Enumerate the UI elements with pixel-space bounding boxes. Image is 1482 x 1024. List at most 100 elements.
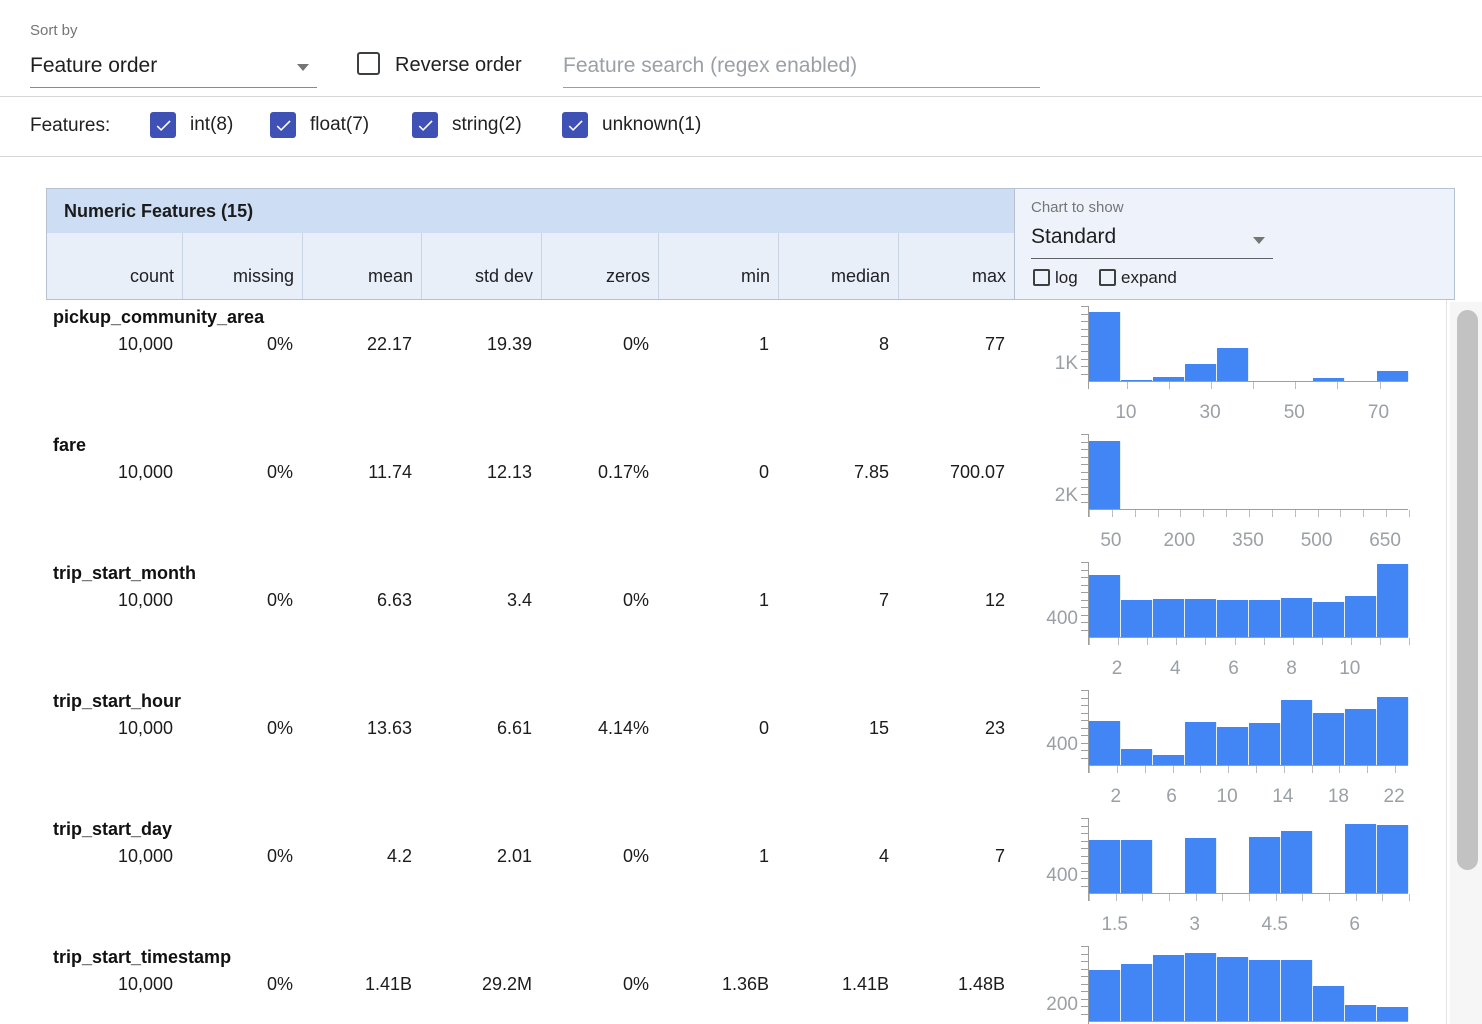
x-axis-tick <box>1318 510 1319 517</box>
reverse-order-checkbox[interactable] <box>357 52 380 75</box>
x-axis-tick <box>1382 894 1383 901</box>
y-axis-extension <box>1088 382 1089 389</box>
y-axis-tick <box>1081 999 1088 1000</box>
x-axis-tick <box>1173 766 1174 773</box>
stat-median: 1.41B <box>777 974 897 995</box>
x-axis-tick <box>1089 766 1090 773</box>
x-axis-tick <box>1340 510 1341 517</box>
y-axis-tick <box>1081 314 1088 315</box>
sort-by-select[interactable]: Feature order <box>30 50 317 88</box>
type-checkbox[interactable] <box>150 112 176 138</box>
x-axis-tick <box>1284 766 1285 773</box>
log-checkbox[interactable] <box>1033 269 1050 286</box>
y-axis-tick <box>1081 374 1088 375</box>
expand-checkbox[interactable] <box>1099 269 1116 286</box>
x-axis-tick-label: 4.5 <box>1245 914 1305 936</box>
x-axis-tick-label: 18 <box>1308 786 1368 808</box>
histogram-bar <box>1377 825 1409 893</box>
stat-median: 15 <box>777 718 897 739</box>
facets-overview-app: Sort by Feature order Reverse order Feat… <box>0 0 1482 1024</box>
feature-search-input[interactable] <box>563 44 1040 88</box>
stat-count: 10,000 <box>46 334 181 355</box>
feature-type-filter[interactable]: float(7) <box>270 112 369 138</box>
stat-missing: 0% <box>181 334 301 355</box>
y-axis-tick <box>1081 615 1088 616</box>
feature-type-filter[interactable]: unknown(1) <box>562 112 701 138</box>
x-axis-tick-label: 6 <box>1325 914 1385 936</box>
divider <box>0 96 1482 97</box>
x-axis-tick <box>1409 510 1410 517</box>
divider <box>0 156 1482 157</box>
feature-name: trip_start_hour <box>53 691 181 712</box>
features-filter-label: Features: <box>30 115 110 137</box>
feature-type-filter[interactable]: string(2) <box>412 112 522 138</box>
y-axis-label: 400 <box>1030 608 1078 630</box>
x-axis-tick <box>1200 766 1201 773</box>
x-axis-tick-label: 500 <box>1287 530 1347 552</box>
stat-values: 10,0000%13.636.614.14%01523 <box>46 718 1013 739</box>
type-checkbox[interactable] <box>562 112 588 138</box>
histogram-bar <box>1377 371 1409 381</box>
y-axis-tick <box>1081 969 1088 970</box>
x-axis-tick <box>1276 894 1277 901</box>
expand-label: expand <box>1121 268 1177 288</box>
histogram-bar <box>1313 986 1345 1021</box>
y-axis-label: 400 <box>1030 734 1078 756</box>
y-axis-tick <box>1081 841 1088 842</box>
y-axis-tick <box>1081 698 1088 699</box>
x-axis-tick-label: 30 <box>1180 402 1240 424</box>
column-header-median: median <box>778 233 898 299</box>
histogram-bar <box>1249 837 1281 893</box>
x-axis-tick <box>1211 382 1212 389</box>
x-axis-tick-label: 22 <box>1364 786 1424 808</box>
reverse-order-label: Reverse order <box>395 54 522 77</box>
scrollbar-track[interactable] <box>1450 302 1482 1024</box>
feature-type-filter[interactable]: int(8) <box>150 112 233 138</box>
column-header-zeros: zeros <box>541 233 658 299</box>
column-header-count: count <box>47 233 182 299</box>
x-axis-tick-label: 2 <box>1087 658 1147 680</box>
column-header-max: max <box>898 233 1014 299</box>
y-axis-tick <box>1081 321 1088 322</box>
x-axis-tick <box>1222 894 1223 901</box>
stat-min: 1 <box>657 590 777 611</box>
stat-zeros: 0% <box>540 974 657 995</box>
y-axis-tick <box>1081 464 1088 465</box>
y-axis-tick <box>1081 472 1088 473</box>
x-axis-tick <box>1337 382 1338 389</box>
histogram-bar <box>1089 970 1121 1021</box>
y-axis-tick <box>1081 442 1088 443</box>
histogram-bar <box>1121 840 1153 893</box>
feature-name: fare <box>53 435 86 456</box>
stat-zeros: 0% <box>540 334 657 355</box>
x-axis-tick <box>1117 766 1118 773</box>
sort-by-label: Sort by <box>30 22 78 39</box>
y-axis-tick <box>1081 758 1088 759</box>
type-checkbox[interactable] <box>270 112 296 138</box>
y-axis-tick <box>1081 359 1088 360</box>
stat-std-dev: 19.39 <box>420 334 540 355</box>
x-axis-tick <box>1176 638 1177 645</box>
x-axis-tick <box>1158 510 1159 517</box>
log-label: log <box>1055 268 1078 288</box>
histogram-bar <box>1121 964 1153 1021</box>
y-axis-tick <box>1081 1006 1088 1007</box>
feature-name: pickup_community_area <box>53 307 264 328</box>
chart-type-select[interactable]: Standard <box>1031 223 1273 259</box>
x-axis-tick <box>1196 894 1197 901</box>
scrollbar-thumb[interactable] <box>1457 310 1478 870</box>
x-axis-tick <box>1409 894 1410 901</box>
histogram-bar <box>1089 441 1121 509</box>
y-axis-tick <box>1081 690 1088 691</box>
x-axis-tick-label: 2 <box>1086 786 1146 808</box>
stat-values: 10,0000%1.41B29.2M0%1.36B1.41B1.48B <box>46 974 1013 995</box>
x-axis-tick <box>1386 510 1387 517</box>
feature-row: trip_start_month10,0000%6.633.40%1712400… <box>46 556 1446 684</box>
histogram-bar <box>1089 575 1121 638</box>
type-checkbox[interactable] <box>412 112 438 138</box>
y-axis-label: 1K <box>1030 353 1078 375</box>
check-icon <box>416 116 435 135</box>
histogram-bar <box>1377 697 1409 765</box>
feature-row: fare10,0000%11.7412.130.17%07.85700.072K… <box>46 428 1446 556</box>
histogram-bar <box>1281 960 1313 1021</box>
